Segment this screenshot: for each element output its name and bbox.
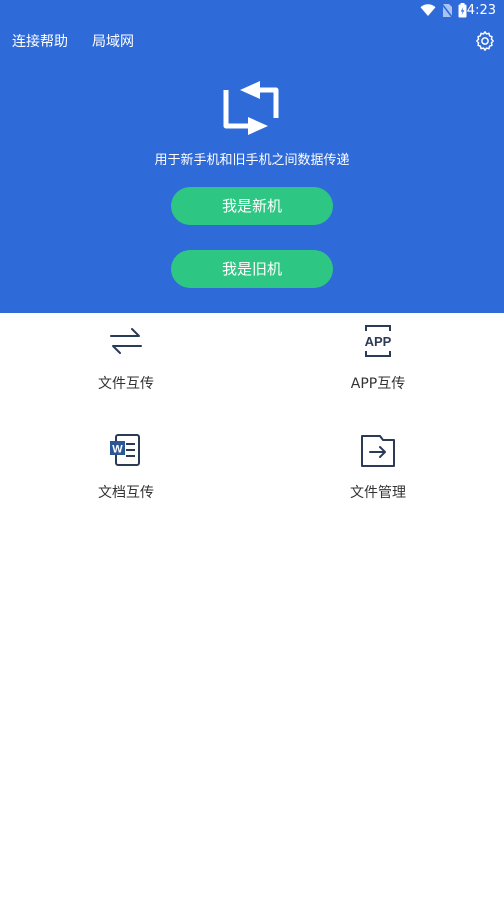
- hero-subtitle: 用于新手机和旧手机之间数据传递: [154, 153, 350, 168]
- svg-text:APP: APP: [365, 334, 392, 349]
- file-manager-tile[interactable]: 文件管理: [252, 432, 504, 532]
- connect-help-link[interactable]: 连接帮助: [12, 33, 68, 51]
- tile-label: 文档互传: [98, 485, 154, 501]
- gear-icon[interactable]: [474, 30, 496, 52]
- battery-icon: [458, 3, 467, 18]
- file-transfer-tile[interactable]: 文件互传: [0, 323, 252, 423]
- status-bar: 4:23: [0, 0, 504, 22]
- app-transfer-tile[interactable]: APP APP互传: [252, 323, 504, 423]
- tile-label: 文件管理: [350, 485, 406, 501]
- document-transfer-tile[interactable]: W 文档互传: [0, 432, 252, 532]
- svg-text:W: W: [112, 444, 123, 456]
- tile-label: APP互传: [350, 376, 406, 392]
- old-phone-button[interactable]: 我是旧机: [171, 250, 333, 288]
- status-time: 4:23: [466, 3, 496, 18]
- word-document-icon: W: [110, 434, 140, 466]
- no-sim-icon: [441, 3, 453, 18]
- folder-arrow-icon: [361, 435, 395, 467]
- lan-link[interactable]: 局域网: [92, 33, 134, 51]
- app-transfer-icon: APP: [365, 325, 392, 357]
- hero-banner: 4:23 连接帮助 局域网 用于新手机和旧手机之间数据传递 我是新机 我是旧机: [0, 0, 504, 313]
- transfer-swap-icon: [223, 81, 279, 135]
- wifi-icon: [420, 4, 436, 16]
- arrows-exchange-icon: [110, 328, 142, 354]
- new-phone-button[interactable]: 我是新机: [171, 187, 333, 225]
- tile-label: 文件互传: [98, 376, 154, 392]
